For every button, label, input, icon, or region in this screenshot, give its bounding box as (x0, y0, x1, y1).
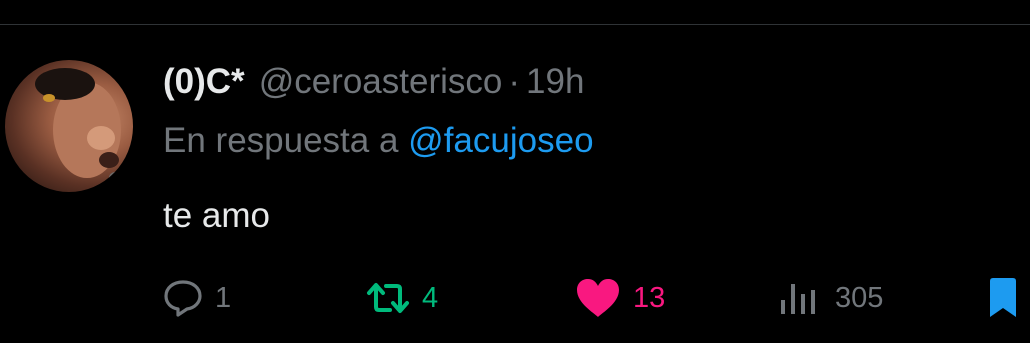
retweet-icon (367, 283, 409, 313)
reply-context: En respuesta a @facujoseo (163, 121, 594, 161)
tweet-text: te amo (163, 196, 270, 235)
retweet-button[interactable]: 4 (366, 276, 438, 320)
reply-prefix: En respuesta a (163, 121, 399, 160)
views-bars-icon (781, 284, 815, 314)
avatar-photo (35, 68, 121, 184)
bookmark-button[interactable] (986, 276, 1020, 320)
retweet-count: 4 (422, 281, 439, 314)
tweet-header: (0)C* @ceroasterisco · 19h (163, 62, 584, 106)
like-count: 13 (633, 281, 666, 314)
like-button[interactable]: 13 (575, 276, 665, 320)
avatar[interactable] (5, 60, 133, 192)
views-button[interactable]: 305 (779, 276, 883, 320)
author-handle[interactable]: @ceroasterisco (259, 62, 503, 102)
author-display-name[interactable]: (0)C* (163, 62, 245, 102)
reply-button[interactable]: 1 (163, 276, 231, 320)
header-separator: · (508, 62, 521, 101)
reply-count: 1 (215, 281, 232, 314)
reply-mention-link[interactable]: @facujoseo (408, 121, 593, 160)
heart-icon (577, 279, 619, 317)
tweet-timestamp[interactable]: 19h (526, 62, 584, 102)
reply-bubble-icon (164, 280, 202, 317)
top-divider (0, 24, 1030, 25)
bookmark-icon (990, 278, 1016, 317)
views-count: 305 (835, 281, 884, 314)
